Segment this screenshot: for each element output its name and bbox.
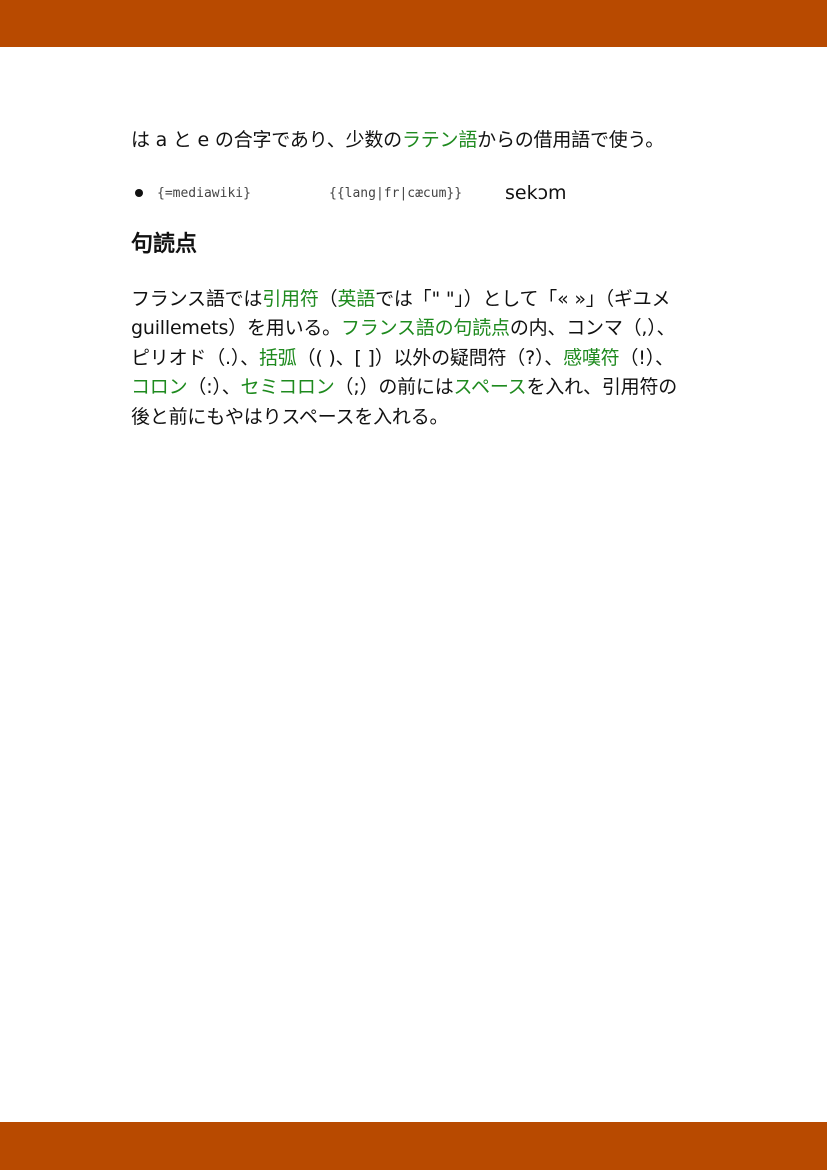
link-colon[interactable]: コロン	[131, 376, 188, 398]
text-span: （	[318, 287, 338, 310]
header-band	[0, 0, 827, 47]
link-space[interactable]: スペース	[454, 376, 527, 398]
list-item: {=mediawiki} {{lang|fr|cæcum}} sekɔm	[131, 181, 691, 207]
text-span: （:）、	[187, 376, 241, 398]
lang-template-code: {{lang|fr|cæcum}}	[329, 185, 463, 201]
text-span: は a と e の合字であり、少数の	[131, 129, 402, 151]
mediawiki-code: {=mediawiki}	[157, 185, 251, 201]
link-english[interactable]: 英語	[337, 288, 375, 310]
text-span: （;）の前には	[334, 376, 454, 398]
text-span: （!）、	[619, 346, 674, 369]
pronunciation-text: sekɔm	[505, 181, 567, 204]
text-span: （( )、[ ]）以外の疑問符（?）、	[296, 346, 564, 369]
link-brackets[interactable]: 括弧	[259, 347, 297, 369]
footer-band	[0, 1122, 827, 1170]
link-semicolon[interactable]: セミコロン	[241, 376, 335, 398]
paragraph-ligature: は a と e の合字であり、少数のラテン語からの借用語で使う。	[131, 126, 691, 156]
section-heading: 句読点	[131, 231, 198, 257]
link-french-punctuation[interactable]: フランス語の句読点	[341, 317, 510, 339]
bullet-icon	[135, 188, 143, 197]
article-content: は a と e の合字であり、少数のラテン語からの借用語で使う。 {=media…	[131, 126, 691, 432]
link-exclamation[interactable]: 感嘆符	[563, 347, 620, 369]
link-quotation-marks[interactable]: 引用符	[262, 288, 319, 310]
text-span: からの借用語で使う。	[477, 129, 665, 151]
text-span: フランス語では	[131, 287, 263, 310]
paragraph-punctuation: フランス語では引用符（英語では「" "」）として「« »」（ギユメ guille…	[131, 285, 691, 433]
link-latin[interactable]: ラテン語	[402, 129, 477, 151]
